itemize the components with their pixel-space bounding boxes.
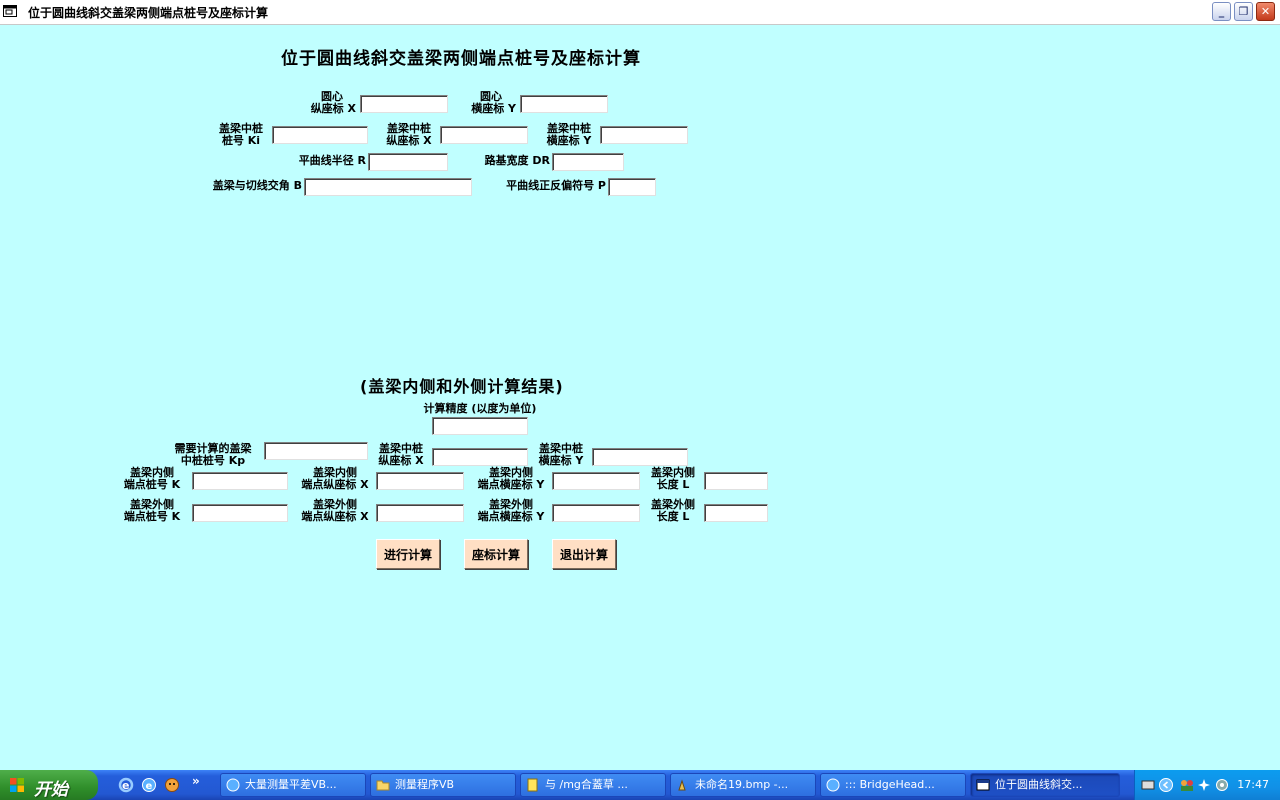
sign-label: 平曲线正反偏符号 P xyxy=(506,179,606,192)
paint-icon xyxy=(678,779,686,791)
mid-x-label: 盖梁中桩 纵座标 X xyxy=(386,122,432,147)
start-button[interactable]: 开始 xyxy=(0,770,98,800)
inner-l-label: 盖梁内侧 长度 L xyxy=(651,466,695,491)
width-label: 路基宽度 DR xyxy=(484,154,550,167)
outer-l-input[interactable] xyxy=(704,504,768,522)
circle-x-label: 圆心 纵座标 X xyxy=(310,90,356,115)
messenger-icon[interactable] xyxy=(1179,778,1195,792)
inner-y-label: 盖梁内侧 端点横座标 Y xyxy=(477,466,545,491)
precision-label: 计算精度 (以度为单位) xyxy=(423,402,537,415)
keyboard-icon[interactable] xyxy=(1141,779,1155,791)
precision-input[interactable] xyxy=(432,417,528,435)
window-title-bar[interactable]: 位于圆曲线斜交盖梁两侧端点桩号及座标计算 _ ❐ ✕ xyxy=(0,0,1280,25)
svg-text:e: e xyxy=(146,781,153,792)
quicklaunch-more-icon[interactable]: » xyxy=(192,774,200,788)
taskbar-item[interactable]: 与 /mg合蓋草 ... xyxy=(520,773,666,797)
taskbar: 开始 e e » 大量测量平差VB... 测量程序VB 与 /mg合蓋草 ...… xyxy=(0,770,1280,800)
mid-y-input[interactable] xyxy=(600,126,688,144)
sign-input[interactable] xyxy=(608,178,656,196)
mid-y-label: 盖梁中桩 横座标 Y xyxy=(546,122,592,147)
angle-input[interactable] xyxy=(304,178,472,196)
browser-icon[interactable]: e xyxy=(141,777,157,793)
svg-text:e: e xyxy=(122,779,129,792)
inner-x-label: 盖梁内侧 端点纵座标 X xyxy=(301,466,369,491)
app-shortcut-icon[interactable] xyxy=(164,777,180,793)
outer-k-label: 盖梁外侧 端点桩号 K xyxy=(123,498,181,523)
restore-button[interactable]: ❐ xyxy=(1234,2,1253,21)
system-tray: 17:47 xyxy=(1134,770,1280,800)
outer-k-input[interactable] xyxy=(192,504,288,522)
outer-y-label: 盖梁外侧 端点横座标 Y xyxy=(477,498,545,523)
ie-icon xyxy=(226,778,240,792)
inner-k-input[interactable] xyxy=(192,472,288,490)
inner-k-label: 盖梁内侧 端点桩号 K xyxy=(123,466,181,491)
kp-label: 需要计算的盖梁 中桩桩号 Kp xyxy=(174,442,252,467)
form-heading: 位于圆曲线斜交盖梁两侧端点桩号及座标计算 xyxy=(281,49,641,69)
windows-flag-icon xyxy=(10,778,24,792)
minimize-button[interactable]: _ xyxy=(1212,2,1231,21)
width-input[interactable] xyxy=(552,153,624,171)
taskbar-item[interactable]: 大量测量平差VB... xyxy=(220,773,366,797)
kp-input[interactable] xyxy=(264,442,368,460)
outer-l-label: 盖梁外侧 长度 L xyxy=(651,498,695,523)
chevron-left-icon[interactable] xyxy=(1159,778,1173,792)
app-icon xyxy=(976,779,990,791)
document-icon xyxy=(527,778,538,792)
outer-y-input[interactable] xyxy=(552,504,640,522)
window-title: 位于圆曲线斜交盖梁两侧端点桩号及座标计算 xyxy=(28,6,269,20)
radius-input[interactable] xyxy=(368,153,448,171)
exit-button[interactable]: 退出计算 xyxy=(552,539,616,569)
angle-label: 盖梁与切线交角 B xyxy=(212,179,302,192)
inner-l-input[interactable] xyxy=(704,472,768,490)
coord-button[interactable]: 座标计算 xyxy=(464,539,528,569)
result-y-label: 盖梁中桩 横座标 Y xyxy=(538,442,584,467)
folder-icon xyxy=(376,780,390,791)
close-button[interactable]: ✕ xyxy=(1256,2,1275,21)
radius-label: 平曲线半径 R xyxy=(298,154,366,167)
inner-y-input[interactable] xyxy=(552,472,640,490)
taskbar-item[interactable]: 测量程序VB xyxy=(370,773,516,797)
result-x-label: 盖梁中桩 纵座标 X xyxy=(378,442,424,467)
results-heading: (盖梁内侧和外侧计算结果) xyxy=(360,377,564,396)
mid-x-input[interactable] xyxy=(440,126,528,144)
network-icon[interactable] xyxy=(1215,778,1229,792)
outer-x-input[interactable] xyxy=(376,504,464,522)
result-y-input[interactable] xyxy=(592,448,688,466)
clock: 17:47 xyxy=(1237,778,1269,791)
ki-input[interactable] xyxy=(272,126,368,144)
compute-button[interactable]: 进行计算 xyxy=(376,539,440,569)
ie-icon[interactable]: e xyxy=(118,777,134,793)
sparkle-icon[interactable] xyxy=(1197,778,1211,792)
result-x-input[interactable] xyxy=(432,448,528,466)
circle-y-label: 圆心 横座标 Y xyxy=(471,90,516,115)
taskbar-item[interactable]: ::: BridgeHead... xyxy=(820,773,966,797)
taskbar-item[interactable]: 未命名19.bmp -... xyxy=(670,773,816,797)
ie-icon xyxy=(826,778,840,792)
start-label: 开始 xyxy=(34,780,68,800)
ki-label: 盖梁中桩 桩号 Ki xyxy=(219,122,263,147)
taskbar-item-active[interactable]: 位于圆曲线斜交... xyxy=(970,773,1120,797)
circle-y-input[interactable] xyxy=(520,95,608,113)
inner-x-input[interactable] xyxy=(376,472,464,490)
outer-x-label: 盖梁外侧 端点纵座标 X xyxy=(301,498,369,523)
app-icon xyxy=(3,5,17,17)
circle-x-input[interactable] xyxy=(360,95,448,113)
